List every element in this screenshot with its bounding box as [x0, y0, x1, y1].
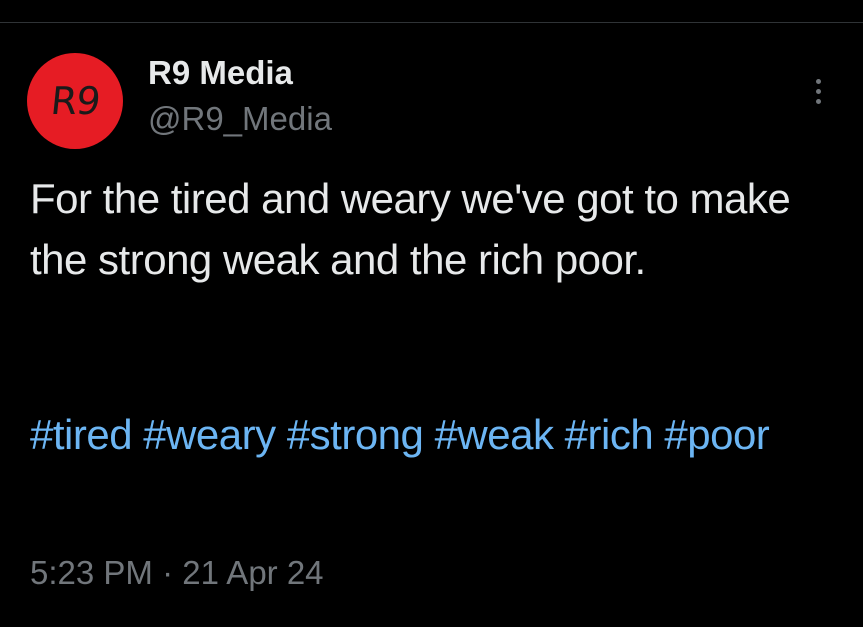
hashtag-list: #tired #weary #strong #weak #rich #poor: [30, 404, 830, 465]
tweet-timestamp: 5:23 PM · 21 Apr 24: [30, 553, 324, 593]
hashtag-link[interactable]: #weak: [435, 411, 554, 458]
tweet-text: For the tired and weary we've got to mak…: [30, 175, 791, 283]
tweet-card: R9 R9 Media @R9_Media For the tired and …: [0, 23, 863, 627]
avatar[interactable]: R9: [27, 53, 123, 149]
author-display-name[interactable]: R9 Media: [148, 53, 293, 93]
hashtag-link[interactable]: #tired: [30, 411, 133, 458]
hashtag-link[interactable]: #strong: [287, 411, 424, 458]
more-vertical-icon-dot: [815, 88, 821, 94]
tweet-time[interactable]: 5:23 PM: [30, 554, 153, 591]
hashtag-link[interactable]: #weary: [143, 411, 276, 458]
avatar-logo-text: R9: [48, 79, 102, 123]
more-options-button[interactable]: [802, 71, 834, 111]
hashtag-link[interactable]: #poor: [664, 411, 769, 458]
hashtag-link[interactable]: #rich: [565, 411, 654, 458]
more-vertical-icon-dot: [815, 98, 821, 104]
tweet-date[interactable]: 21 Apr 24: [182, 554, 323, 591]
timestamp-separator: ·: [162, 554, 174, 591]
more-vertical-icon: [815, 78, 821, 84]
author-handle[interactable]: @R9_Media: [148, 99, 332, 139]
